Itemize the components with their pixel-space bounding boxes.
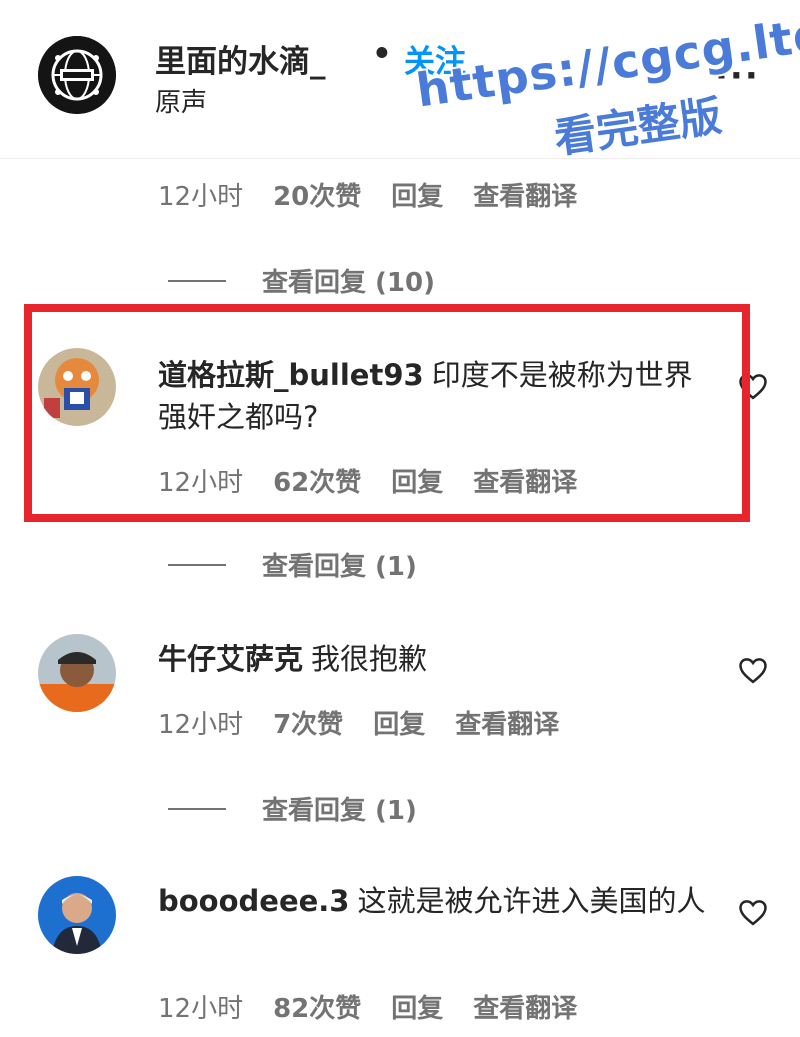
author-username[interactable]: 里面的水滴_ — [155, 36, 326, 81]
separator-dot: • — [372, 36, 392, 72]
like-heart-icon[interactable] — [738, 898, 768, 926]
comment-body: booodeee.3 这就是被允许进入美国的人 — [158, 880, 708, 922]
photo-avatar-icon — [38, 634, 116, 712]
author-avatar[interactable] — [38, 36, 116, 114]
comments-page: 里面的水滴_ • 关注 原声 ··· 12小时 20次赞 回复 查看翻译 查看回… — [0, 0, 800, 1037]
view-replies-label: 查看回复 (1) — [262, 552, 417, 582]
comment-meta: 12小时 62次赞 回复 查看翻译 — [158, 462, 577, 499]
view-replies-label: 查看回复 (10) — [262, 268, 435, 298]
avatar[interactable] — [38, 634, 116, 712]
cartoon-avatar-icon — [38, 348, 116, 426]
view-replies-button[interactable]: 查看回复 (1) — [168, 546, 417, 583]
audio-label[interactable]: 原声 — [155, 82, 207, 119]
comment-time: 12小时 — [158, 182, 244, 212]
comment-likes[interactable]: 82次赞 — [273, 988, 361, 1025]
like-heart-icon[interactable] — [738, 656, 768, 684]
translate-button[interactable]: 查看翻译 — [473, 988, 577, 1025]
globe-logo-icon — [38, 36, 116, 114]
view-replies-label: 查看回复 (1) — [262, 796, 417, 826]
comment-text: 这就是被允许进入美国的人 — [357, 884, 706, 918]
comment-username[interactable]: 牛仔艾萨克 — [158, 642, 303, 676]
reply-button[interactable]: 回复 — [391, 462, 443, 499]
reply-button[interactable]: 回复 — [391, 176, 443, 213]
comment-time: 12小时 — [158, 710, 244, 740]
like-heart-icon[interactable] — [738, 372, 768, 400]
comment-time: 12小时 — [158, 468, 244, 498]
view-replies-button[interactable]: 查看回复 (10) — [168, 262, 435, 299]
comment-likes[interactable]: 7次赞 — [273, 704, 343, 741]
reply-button[interactable]: 回复 — [373, 704, 425, 741]
comment-meta: 12小时 7次赞 回复 查看翻译 — [158, 704, 559, 741]
comment-likes[interactable]: 20次赞 — [273, 176, 361, 213]
translate-button[interactable]: 查看翻译 — [455, 704, 559, 741]
comment-body: 道格拉斯_bullet93 印度不是被称为世界强奸之都吗? — [158, 354, 708, 438]
comment-time: 12小时 — [158, 994, 244, 1024]
translate-button[interactable]: 查看翻译 — [473, 176, 577, 213]
comment-meta: 12小时 82次赞 回复 查看翻译 — [158, 988, 577, 1025]
comment-username[interactable]: booodeee.3 — [158, 884, 350, 918]
comment-body: 牛仔艾萨克 我很抱歉 — [158, 638, 708, 680]
avatar[interactable] — [38, 876, 116, 954]
more-options-icon[interactable]: ··· — [715, 56, 760, 96]
reply-button[interactable]: 回复 — [391, 988, 443, 1025]
comment-meta: 12小时 20次赞 回复 查看翻译 — [158, 176, 577, 213]
replies-divider — [168, 279, 226, 282]
follow-button[interactable]: 关注 — [404, 36, 466, 81]
avatar[interactable] — [38, 348, 116, 426]
translate-button[interactable]: 查看翻译 — [473, 462, 577, 499]
comment-username[interactable]: 道格拉斯_bullet93 — [158, 358, 424, 392]
post-header: 里面的水滴_ • 关注 原声 ··· — [0, 0, 800, 159]
view-replies-button[interactable]: 查看回复 (1) — [168, 790, 417, 827]
comment-text: 我很抱歉 — [311, 642, 428, 676]
replies-divider — [168, 563, 226, 566]
photo-avatar-icon — [38, 876, 116, 954]
replies-divider — [168, 807, 226, 810]
comment-likes[interactable]: 62次赞 — [273, 462, 361, 499]
